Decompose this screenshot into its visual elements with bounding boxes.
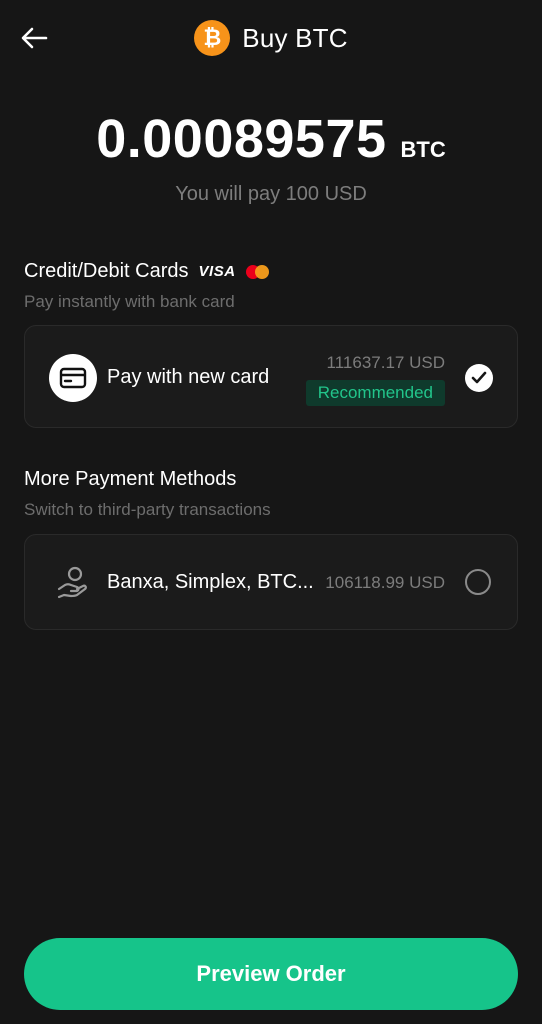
unselected-radio-icon[interactable]: [465, 569, 491, 595]
cards-section-title: Credit/Debit Cards VISA: [24, 260, 270, 283]
btc-amount: 0.00089575: [96, 109, 387, 169]
third-party-label: Banxa, Simplex, BTC...: [107, 571, 314, 593]
visa-logo: VISA: [198, 263, 236, 280]
credit-card-icon: [49, 354, 97, 402]
pay-with-new-card-label: Pay with new card: [107, 366, 270, 388]
new-card-price: 111637.17 USD: [326, 353, 445, 372]
preview-order-button[interactable]: Preview Order: [24, 938, 518, 1010]
recommended-badge: Recommended: [305, 380, 445, 406]
pay-with-new-card-option[interactable]: Pay with new card 111637.17 USD Recommen…: [24, 325, 518, 428]
more-section-title-text: More Payment Methods: [24, 468, 237, 490]
mastercard-icon: [245, 264, 270, 279]
third-party-option[interactable]: Banxa, Simplex, BTC... 106118.99 USD: [24, 534, 518, 630]
title-group: ₿ Buy BTC: [0, 18, 542, 58]
more-section-title: More Payment Methods: [24, 468, 236, 491]
pay-note: You will pay 100 USD: [175, 183, 367, 205]
third-party-price: 106118.99 USD: [325, 573, 445, 592]
more-section-subtitle: Switch to third-party transactions: [24, 500, 271, 519]
amount-row: 0.00089575 BTC: [0, 108, 542, 178]
header: ₿ Buy BTC: [0, 0, 542, 78]
selected-check-icon[interactable]: [465, 364, 493, 392]
bitcoin-icon: ₿: [194, 20, 231, 56]
page-title: Buy BTC: [242, 22, 348, 53]
hand-coin-icon: [55, 565, 89, 599]
btc-unit: BTC: [400, 137, 446, 162]
cards-section-title-text: Credit/Debit Cards: [24, 260, 189, 282]
cards-section-subtitle: Pay instantly with bank card: [24, 292, 235, 311]
